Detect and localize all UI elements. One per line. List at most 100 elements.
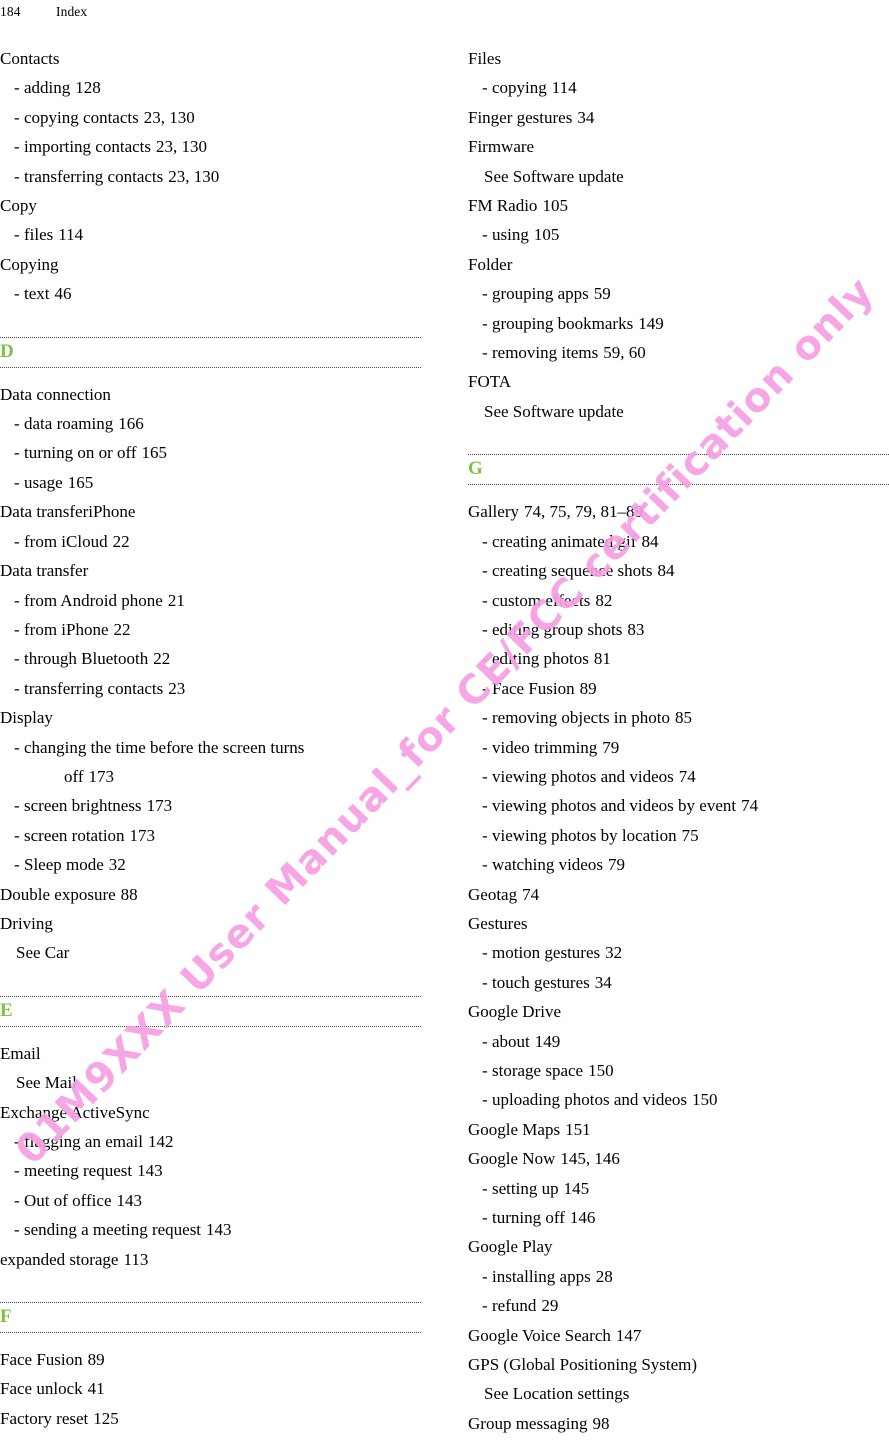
index-subentry-pages: 32 [605,943,623,963]
index-entry-label: Copying [0,254,59,274]
index-entry: Google Play [468,1232,889,1261]
index-entry-label: Data connection [0,384,111,404]
subentry-dash: - [482,225,488,245]
index-subentry: - viewing photos by location 75 [468,821,889,850]
index-subentry: - video trimming 79 [468,733,889,762]
section-title: Index [56,4,88,19]
index-subentry-pages: 22 [113,619,131,639]
index-entry-label: Driving [0,913,53,933]
index-entry-label: Face unlock [0,1379,83,1399]
index-entry-pages: 74 [522,884,540,904]
index-subentry-pages: 173 [129,825,156,845]
index-entry-label: Email [0,1043,41,1063]
index-entry: Google Now 145, 146 [468,1144,889,1173]
index-entry: GPS (Global Positioning System) [468,1350,889,1379]
index-subentry-label: meeting request [24,1161,133,1181]
subentry-dash: - [14,855,20,875]
subentry-dash: - [482,1266,488,1286]
subentry-dash: - [14,1190,20,1210]
subentry-dash: - [482,590,488,610]
index-subentry-label: about [492,1031,530,1051]
index-subentry: - touch gestures 34 [468,968,889,997]
index-subentry: - screen brightness 173 [0,791,421,820]
letter-heading: E [0,999,13,1021]
index-subentry: - editing group shots 83 [468,615,889,644]
index-subentry-pages: 146 [569,1208,596,1228]
index-entry: Double exposure 88 [0,880,421,909]
index-subentry-pages: 114 [58,225,84,245]
letter-rule-bottom [0,366,421,368]
index-subentry: - transferring contacts 23, 130 [0,162,421,191]
index-subentry-label: video trimming [492,737,598,757]
index-subentry: - adding 128 [0,73,421,102]
subentry-dash: - [14,649,20,669]
index-entry-pages: 34 [577,107,595,127]
index-subentry-label: using [492,225,529,245]
index-subentry-label: files [24,225,54,245]
index-entry-label: Gestures [468,913,528,933]
index-subentry-pages: 149 [534,1031,561,1051]
index-subentry-label: viewing photos and videos [492,766,674,786]
index-subentry: - using 105 [468,220,889,249]
index-subentry-pages: 74 [678,766,696,786]
subentry-dash: - [482,1208,488,1228]
index-entry-pages: 41 [87,1379,105,1399]
index-subentry-label: uploading photos and videos [492,1090,688,1110]
index-subentry: - through Bluetooth 22 [0,644,421,673]
subentry-dash: - [14,678,20,698]
index-entry-label: expanded storage [0,1249,119,1269]
index-entry-pages: 89 [87,1350,105,1370]
index-subentry: - about 149 [468,1027,889,1056]
index-subentry-label: text [24,284,50,304]
subentry-dash: - [482,78,488,98]
index-subentry-pages: 32 [108,855,126,875]
subentry-dash: - [482,1031,488,1051]
subentry-dash: - [14,737,20,757]
letter-heading: F [0,1306,12,1328]
index-entry: Data connection [0,380,421,409]
index-entry-label: Double exposure [0,884,116,904]
index-subentry: - Sleep mode 32 [0,850,421,879]
index-subentry-label: Out of office [24,1190,112,1210]
index-subentry: - installing apps 28 [468,1262,889,1291]
index-subentry-pages: 84 [657,561,675,581]
index-column-right: Files - copying 114 Finger gestures 34 Firmwar… [468,44,889,1438]
index-entry: Face Fusion 89 [0,1345,421,1374]
index-subentry: - uploading photos and videos 150 [468,1085,889,1114]
letter-section-f: F [0,1302,421,1334]
index-entry: Files [468,44,889,73]
index-subentry-pages: 128 [75,78,101,98]
index-subentry-label: editing group shots [492,619,623,639]
index-cross-reference: See Mail [0,1068,421,1097]
subentry-dash: - [14,531,20,551]
index-entry-pages: 147 [615,1325,642,1345]
index-subentry-pages: 149 [638,313,664,333]
index-entry-pages: 88 [120,884,138,904]
index-entry-label: Copy [0,196,37,216]
index-subentry: - text 46 [0,279,421,308]
index-entry: Group messaging 98 [468,1409,889,1438]
subentry-dash: - [14,78,20,98]
index-entry-label: Geotag [468,884,518,904]
subentry-dash: - [482,796,488,816]
index-entry: Copying [0,250,421,279]
index-subentry-pages: 145 [563,1178,590,1198]
index-subentry-label: viewing photos by location [492,825,677,845]
index-subentry: - copying 114 [468,73,889,102]
index-subentry-pages: 143 [206,1220,232,1240]
index-entry-pages: 145, 146 [560,1149,620,1169]
index-subentry-label: editing photos [492,649,589,669]
index-subentry-label: screen brightness [24,796,142,816]
subentry-dash: - [14,414,20,434]
subentry-dash: - [14,284,20,304]
index-subentry-label: refund [492,1296,537,1316]
index-subentry-pages: 142 [147,1132,174,1151]
index-subentry-label: copying contacts [24,107,139,127]
index-body: Contacts - adding 128- copying contacts 23, 1… [0,44,889,1438]
index-entry-label: Display [0,708,53,728]
index-subentry-pages: 59 [593,284,611,304]
index-entry-label: Files [468,49,502,68]
index-entry-label: Google Now [468,1149,556,1169]
index-entry-label: Data transfer [0,561,89,581]
index-subentry-continuation-label: off [64,766,84,786]
